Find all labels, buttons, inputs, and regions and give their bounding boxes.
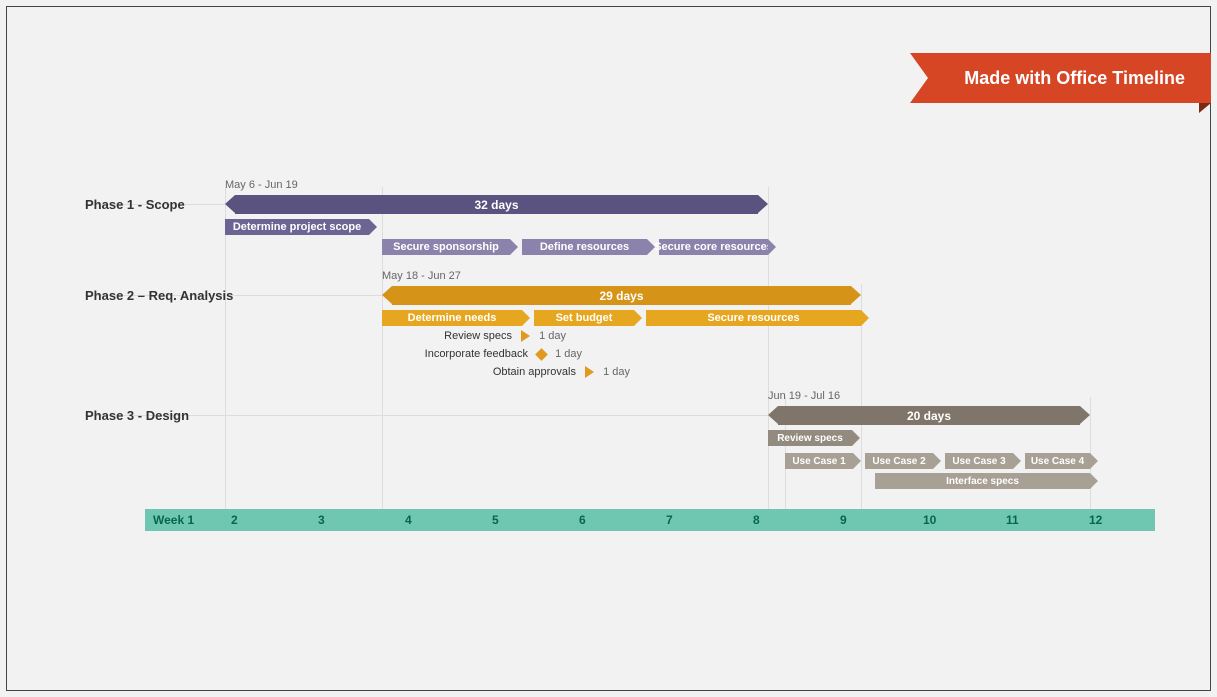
ribbon-tail-icon xyxy=(1199,103,1211,113)
phase1-label: Phase 1 - Scope xyxy=(85,197,185,212)
phase2-task-secure-resources: Secure resources xyxy=(646,310,861,326)
axis-tick: 12 xyxy=(1089,509,1102,531)
guide-line xyxy=(768,187,769,522)
axis-tick: 4 xyxy=(405,509,412,531)
phase1-task-define-resources: Define resources xyxy=(522,239,647,255)
axis-tick: Week 1 xyxy=(153,509,194,531)
phase1-summary-bar: 32 days xyxy=(235,195,758,214)
guide-line xyxy=(225,187,226,522)
phase2-date-range: May 18 - Jun 27 xyxy=(382,270,461,282)
axis-tick: 9 xyxy=(840,509,847,531)
diamond-icon xyxy=(535,348,548,361)
chevron-icon xyxy=(521,330,530,342)
axis-tick: 5 xyxy=(492,509,499,531)
phase3-label: Phase 3 - Design xyxy=(85,408,189,423)
phase3-task-uc1: Use Case 1 xyxy=(785,453,853,469)
chevron-icon xyxy=(585,366,594,378)
slide-frame: Made with Office Timeline Phase 1 - Scop… xyxy=(6,6,1211,691)
phase2-milestone-feedback: Incorporate feedback 1 day xyxy=(382,348,722,360)
phase1-date-range: May 6 - Jun 19 xyxy=(225,179,298,191)
phase3-task-uc4: Use Case 4 xyxy=(1025,453,1090,469)
made-with-ribbon: Made with Office Timeline xyxy=(928,53,1211,103)
axis-tick: 7 xyxy=(666,509,673,531)
phase2-task-needs: Determine needs xyxy=(382,310,522,326)
phase2-label: Phase 2 – Req. Analysis xyxy=(85,288,233,303)
phase2-milestone-review: Review specs 1 day xyxy=(382,330,722,342)
phase2-task-budget: Set budget xyxy=(534,310,634,326)
axis-tick: 8 xyxy=(753,509,760,531)
axis-tick: 2 xyxy=(231,509,238,531)
phase3-date-range: Jun 19 - Jul 16 xyxy=(768,390,840,402)
phase2-milestone-approvals: Obtain approvals 1 day xyxy=(382,366,722,378)
phase2-summary-bar: 29 days xyxy=(392,286,851,305)
phase1-task-secure-core: Secure core resources xyxy=(659,239,768,255)
phase3-task-uc3: Use Case 3 xyxy=(945,453,1013,469)
phase1-task-sponsorship: Secure sponsorship xyxy=(382,239,510,255)
axis-tick: 3 xyxy=(318,509,325,531)
phase3-task-review: Review specs xyxy=(768,430,852,446)
phase1-task-scope: Determine project scope xyxy=(225,219,369,235)
ribbon-text: Made with Office Timeline xyxy=(964,68,1185,89)
axis-tick: 10 xyxy=(923,509,936,531)
phase3-task-interface: Interface specs xyxy=(875,473,1090,489)
phase3-summary-bar: 20 days xyxy=(778,406,1080,425)
week-axis: Week 1 2 3 4 5 6 7 8 9 10 11 12 xyxy=(145,509,1155,531)
phase3-task-uc2: Use Case 2 xyxy=(865,453,933,469)
timeline-chart: Phase 1 - Scope May 6 - Jun 19 32 days D… xyxy=(85,177,1155,537)
axis-tick: 6 xyxy=(579,509,586,531)
axis-tick: 11 xyxy=(1006,509,1019,531)
